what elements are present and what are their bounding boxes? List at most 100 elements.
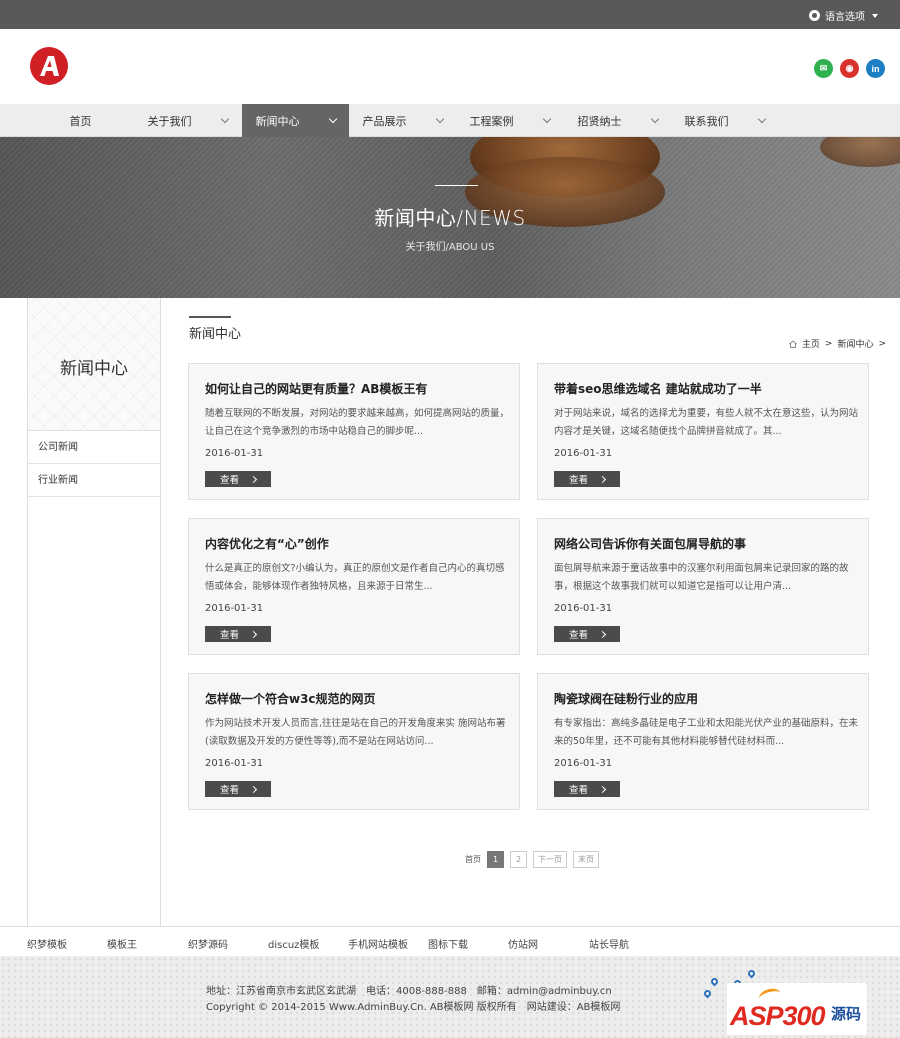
chevron-down-icon [220, 114, 229, 124]
map-pin-icon [746, 968, 757, 979]
breadcrumb-home[interactable]: 主页 [802, 337, 820, 350]
breadcrumb-separator: > [878, 338, 886, 349]
linkedin-icon[interactable]: in [866, 59, 885, 78]
pagination-last[interactable]: 末页 [573, 851, 599, 868]
article-title[interactable]: 带着seo思维选域名 建站就成功了一半 [554, 380, 762, 397]
chevron-down-icon [435, 114, 444, 124]
nav-label: 首页 [69, 114, 92, 128]
page-banner: 新闻中心/NEWS 关于我们/ABOU US [0, 137, 900, 298]
friend-link[interactable]: 站长导航 [589, 936, 629, 951]
article-summary: 作为网站技术开发人员而言,往往是站在自己的开发角度来实 施网站布署(读取数据及开… [205, 718, 506, 747]
friend-links: 织梦模板 模板王 织梦源码 discuz模板 手机网站模板 图标下载 仿站网 站… [0, 926, 900, 956]
article-summary: 随着互联网的不断发展，对网站的要求越来越高，如何提高网站的质量，让自己在这个竞争… [205, 408, 510, 437]
article-title[interactable]: 内容优化之有“心”创作 [205, 535, 329, 552]
social-links: ✉ ◉ in [814, 59, 885, 78]
home-icon [789, 339, 797, 348]
caret-down-icon [872, 13, 878, 18]
article-summary: 面包屑导航来源于童话故事中的汉塞尔利用面包屑来记录回家的路的故事，根据这个故事我… [554, 563, 849, 592]
view-button-label: 查看 [219, 475, 239, 486]
nav-item-news[interactable]: 新闻中心 [242, 104, 349, 137]
globe-icon [809, 10, 820, 21]
article-date: 2016-01-31 [554, 448, 613, 459]
wechat-icon[interactable]: ✉ [814, 59, 833, 78]
sidebar-item-industry-news[interactable]: 行业新闻 [28, 464, 160, 497]
watermark-text: ASP300 [730, 1001, 826, 1031]
chevron-right-icon [249, 630, 258, 638]
breadcrumb-separator: > [824, 338, 833, 349]
main-nav: 首页 关于我们 新闻中心 产品展示 工程案例 招贤纳士 联系我们 [0, 104, 900, 137]
banner-subtitle: 关于我们/ABOU US [405, 242, 495, 253]
weibo-icon[interactable]: ◉ [840, 59, 859, 78]
footer-copyright: Copyright © 2014-2015 Www.AdminBuy.Cn. A… [206, 1002, 621, 1013]
pagination: 首页 1 2 下一页 末页 [465, 851, 599, 868]
nav-item-cases[interactable]: 工程案例 [456, 104, 563, 137]
pagination-next[interactable]: 下一页 [533, 851, 567, 868]
footer-address: 地址：江苏省南京市玄武区玄武湖 电话：4008-888-888 邮箱：admin… [206, 986, 612, 997]
friend-link[interactable]: 手机网站模板 [348, 936, 408, 951]
view-button[interactable]: 查看 [554, 626, 620, 642]
article-card: 网络公司告诉你有关面包屑导航的事 面包屑导航来源于童话故事中的汉塞尔利用面包屑来… [537, 518, 869, 655]
language-selector[interactable]: 语言选项 [809, 8, 878, 23]
pagination-page-2[interactable]: 2 [510, 851, 527, 868]
chevron-down-icon [650, 114, 659, 124]
article-date: 2016-01-31 [205, 758, 264, 769]
language-label: 语言选项 [825, 12, 865, 23]
sidebar-item-company-news[interactable]: 公司新闻 [28, 431, 160, 464]
nav-item-products[interactable]: 产品展示 [349, 104, 456, 137]
sidebar-title: 新闻中心 [60, 359, 128, 379]
article-date: 2016-01-31 [205, 448, 264, 459]
breadcrumb-current[interactable]: 新闻中心 [837, 337, 873, 350]
friend-link[interactable]: 模板王 [107, 936, 137, 951]
chevron-down-icon [757, 114, 766, 124]
banner-title: 新闻中心/NEWS [374, 206, 526, 230]
chevron-right-icon [598, 785, 607, 793]
map-pin-icon [709, 976, 720, 987]
asp300-watermark: ASP300 源码 [727, 983, 867, 1035]
view-button-label: 查看 [568, 630, 588, 641]
view-button-label: 查看 [568, 785, 588, 796]
friend-link[interactable]: 图标下载 [428, 936, 468, 951]
section-title: 新闻中心 [189, 327, 242, 342]
nav-item-about[interactable]: 关于我们 [134, 104, 241, 137]
view-button-label: 查看 [219, 630, 239, 641]
view-button[interactable]: 查看 [205, 626, 271, 642]
article-date: 2016-01-31 [205, 603, 264, 614]
chevron-right-icon [249, 785, 258, 793]
nav-label: 工程案例 [469, 114, 514, 128]
site-header: ✉ ◉ in [0, 29, 900, 104]
chevron-right-icon [598, 475, 607, 483]
article-title[interactable]: 陶瓷球阀在硅粉行业的应用 [554, 690, 698, 707]
article-title[interactable]: 如何让自己的网站更有质量？AB模板王有 [205, 380, 427, 397]
chevron-right-icon [598, 630, 607, 638]
friend-link[interactable]: 仿站网 [508, 936, 538, 951]
view-button[interactable]: 查看 [205, 781, 271, 797]
pagination-page-1[interactable]: 1 [487, 851, 504, 868]
nav-label: 新闻中心 [255, 114, 300, 128]
chevron-right-icon [249, 475, 258, 483]
nav-label: 联系我们 [684, 114, 729, 128]
sidebar: 新闻中心 公司新闻 行业新闻 [27, 298, 161, 926]
nav-item-contact[interactable]: 联系我们 [671, 104, 778, 137]
nav-item-home[interactable]: 首页 [27, 104, 134, 137]
view-button-label: 查看 [568, 475, 588, 486]
article-title[interactable]: 网络公司告诉你有关面包屑导航的事 [554, 535, 746, 552]
article-card: 内容优化之有“心”创作 什么是真正的原创文?小编认为，真正的原创文是作者自己内心… [188, 518, 520, 655]
view-button[interactable]: 查看 [554, 781, 620, 797]
article-summary: 对于网站来说，域名的选择尤为重要，有些人就不太在意这些，认为网站内容才是关键，这… [554, 408, 859, 437]
view-button[interactable]: 查看 [205, 471, 271, 487]
nav-label: 招贤纳士 [577, 114, 622, 128]
breadcrumb: 主页 > 新闻中心 > [789, 337, 886, 350]
friend-link[interactable]: discuz模板 [268, 936, 319, 951]
friend-link[interactable]: 织梦源码 [188, 936, 228, 951]
nav-item-careers[interactable]: 招贤纳士 [564, 104, 671, 137]
banner-rule [435, 185, 478, 186]
chevron-down-icon [542, 114, 551, 124]
view-button[interactable]: 查看 [554, 471, 620, 487]
site-logo[interactable] [30, 47, 68, 85]
article-title[interactable]: 怎样做一个符合w3c规范的网页 [205, 690, 376, 707]
chevron-down-icon [328, 114, 337, 124]
friend-link[interactable]: 织梦模板 [27, 936, 67, 951]
pagination-first[interactable]: 首页 [465, 851, 481, 868]
article-summary: 有专家指出：高纯多晶硅是电子工业和太阳能光伏产业的基础原料，在未来的50年里，还… [554, 718, 859, 747]
section-rule [189, 316, 231, 318]
